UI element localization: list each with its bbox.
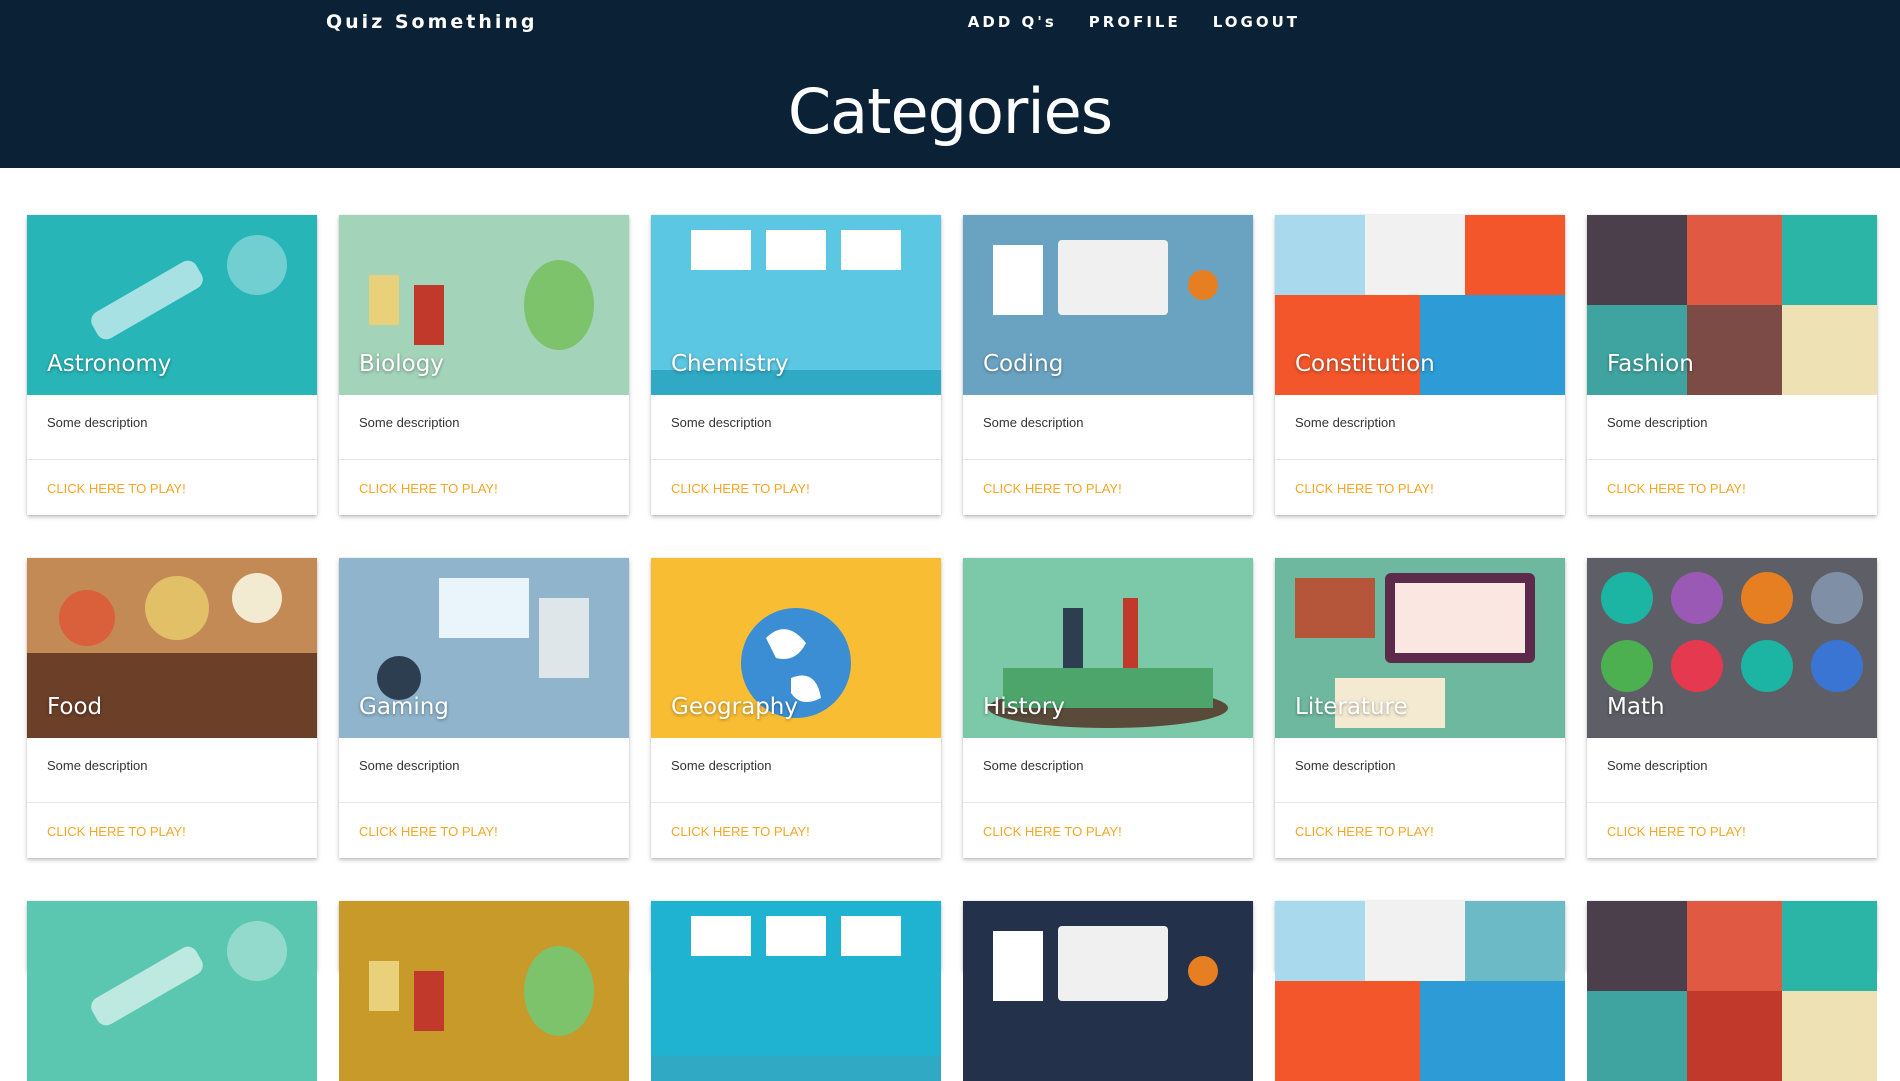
card-description: Some description — [1275, 395, 1565, 460]
category-card-partial[interactable] — [339, 901, 629, 1081]
play-link[interactable]: CLICK HERE TO PLAY! — [671, 824, 810, 839]
category-card-fashion[interactable]: Fashion Some description CLICK HERE TO P… — [1587, 215, 1877, 515]
card-description: Some description — [339, 738, 629, 803]
card-image — [963, 901, 1253, 1081]
card-action: CLICK HERE TO PLAY! — [1275, 460, 1565, 515]
card-image: Geography — [651, 558, 941, 738]
card-description: Some description — [963, 738, 1253, 803]
card-title: Coding — [983, 351, 1064, 377]
card-image: Coding — [963, 215, 1253, 395]
category-card-constitution[interactable]: Constitution Some description CLICK HERE… — [1275, 215, 1565, 515]
card-description: Some description — [339, 395, 629, 460]
nav-add-questions[interactable]: ADD Q's — [968, 13, 1057, 31]
card-image — [651, 901, 941, 1081]
category-card-math[interactable]: Math Some description CLICK HERE TO PLAY… — [1587, 558, 1877, 858]
play-link[interactable]: CLICK HERE TO PLAY! — [47, 824, 186, 839]
category-card-partial[interactable] — [1587, 901, 1877, 1081]
card-image — [339, 901, 629, 1081]
category-card-partial[interactable] — [651, 901, 941, 1081]
card-action: CLICK HERE TO PLAY! — [651, 460, 941, 515]
card-title: Gaming — [359, 694, 449, 720]
card-image — [1275, 901, 1565, 1081]
nav-links: ADD Q's PROFILE LOGOUT — [936, 13, 1300, 31]
card-description: Some description — [1275, 738, 1565, 803]
card-action: CLICK HERE TO PLAY! — [963, 460, 1253, 515]
play-link[interactable]: CLICK HERE TO PLAY! — [47, 481, 186, 496]
card-image: History — [963, 558, 1253, 738]
category-card-gaming[interactable]: Gaming Some description CLICK HERE TO PL… — [339, 558, 629, 858]
play-link[interactable]: CLICK HERE TO PLAY! — [359, 481, 498, 496]
play-link[interactable]: CLICK HERE TO PLAY! — [1295, 481, 1434, 496]
card-description: Some description — [27, 738, 317, 803]
play-link[interactable]: CLICK HERE TO PLAY! — [1607, 481, 1746, 496]
card-action: CLICK HERE TO PLAY! — [27, 460, 317, 515]
card-action: CLICK HERE TO PLAY! — [963, 803, 1253, 858]
card-action: CLICK HERE TO PLAY! — [339, 460, 629, 515]
category-card-food[interactable]: Food Some description CLICK HERE TO PLAY… — [27, 558, 317, 858]
category-card-partial[interactable] — [1275, 901, 1565, 1081]
card-description: Some description — [963, 395, 1253, 460]
play-link[interactable]: CLICK HERE TO PLAY! — [983, 481, 1122, 496]
brand-logo[interactable]: Quiz Something — [326, 11, 538, 33]
top-navbar: Quiz Something ADD Q's PROFILE LOGOUT — [0, 0, 1900, 62]
category-card-geography[interactable]: Geography Some description CLICK HERE TO… — [651, 558, 941, 858]
card-title: Fashion — [1607, 351, 1694, 377]
card-image: Astronomy — [27, 215, 317, 395]
card-image: Food — [27, 558, 317, 738]
card-description: Some description — [1587, 395, 1877, 460]
card-action: CLICK HERE TO PLAY! — [651, 803, 941, 858]
play-link[interactable]: CLICK HERE TO PLAY! — [1607, 824, 1746, 839]
card-title: Food — [47, 694, 103, 720]
card-title: History — [983, 694, 1065, 720]
category-card-biology[interactable]: Biology Some description CLICK HERE TO P… — [339, 215, 629, 515]
play-link[interactable]: CLICK HERE TO PLAY! — [1295, 824, 1434, 839]
card-image: Chemistry — [651, 215, 941, 395]
card-image: Biology — [339, 215, 629, 395]
card-action: CLICK HERE TO PLAY! — [27, 803, 317, 858]
card-action: CLICK HERE TO PLAY! — [1587, 803, 1877, 858]
card-title: Geography — [671, 694, 798, 720]
card-description: Some description — [1587, 738, 1877, 803]
nav-profile[interactable]: PROFILE — [1089, 13, 1181, 31]
category-card-history[interactable]: History Some description CLICK HERE TO P… — [963, 558, 1253, 858]
hero-banner: Categories — [0, 62, 1900, 168]
card-description: Some description — [27, 395, 317, 460]
card-image: Literature — [1275, 558, 1565, 738]
card-action: CLICK HERE TO PLAY! — [339, 803, 629, 858]
category-card-coding[interactable]: Coding Some description CLICK HERE TO PL… — [963, 215, 1253, 515]
card-title: Astronomy — [47, 351, 172, 377]
card-image — [1587, 901, 1877, 1081]
card-action: CLICK HERE TO PLAY! — [1275, 803, 1565, 858]
play-link[interactable]: CLICK HERE TO PLAY! — [671, 481, 810, 496]
category-card-astronomy[interactable]: Astronomy Some description CLICK HERE TO… — [27, 215, 317, 515]
card-description: Some description — [651, 738, 941, 803]
card-title: Math — [1607, 694, 1665, 720]
card-title: Constitution — [1295, 351, 1435, 377]
category-card-chemistry[interactable]: Chemistry Some description CLICK HERE TO… — [651, 215, 941, 515]
card-image — [27, 901, 317, 1081]
nav-logout[interactable]: LOGOUT — [1213, 13, 1300, 31]
card-image: Math — [1587, 558, 1877, 738]
category-card-partial[interactable] — [963, 901, 1253, 1081]
category-card-literature[interactable]: Literature Some description CLICK HERE T… — [1275, 558, 1565, 858]
page-title: Categories — [787, 75, 1113, 148]
card-image: Gaming — [339, 558, 629, 738]
card-action: CLICK HERE TO PLAY! — [1587, 460, 1877, 515]
card-title: Chemistry — [671, 351, 789, 377]
card-title: Biology — [359, 351, 444, 377]
card-title: Literature — [1295, 694, 1408, 720]
card-description: Some description — [651, 395, 941, 460]
card-image: Fashion — [1587, 215, 1877, 395]
play-link[interactable]: CLICK HERE TO PLAY! — [359, 824, 498, 839]
category-card-partial[interactable] — [27, 901, 317, 1081]
play-link[interactable]: CLICK HERE TO PLAY! — [983, 824, 1122, 839]
card-image: Constitution — [1275, 215, 1565, 395]
